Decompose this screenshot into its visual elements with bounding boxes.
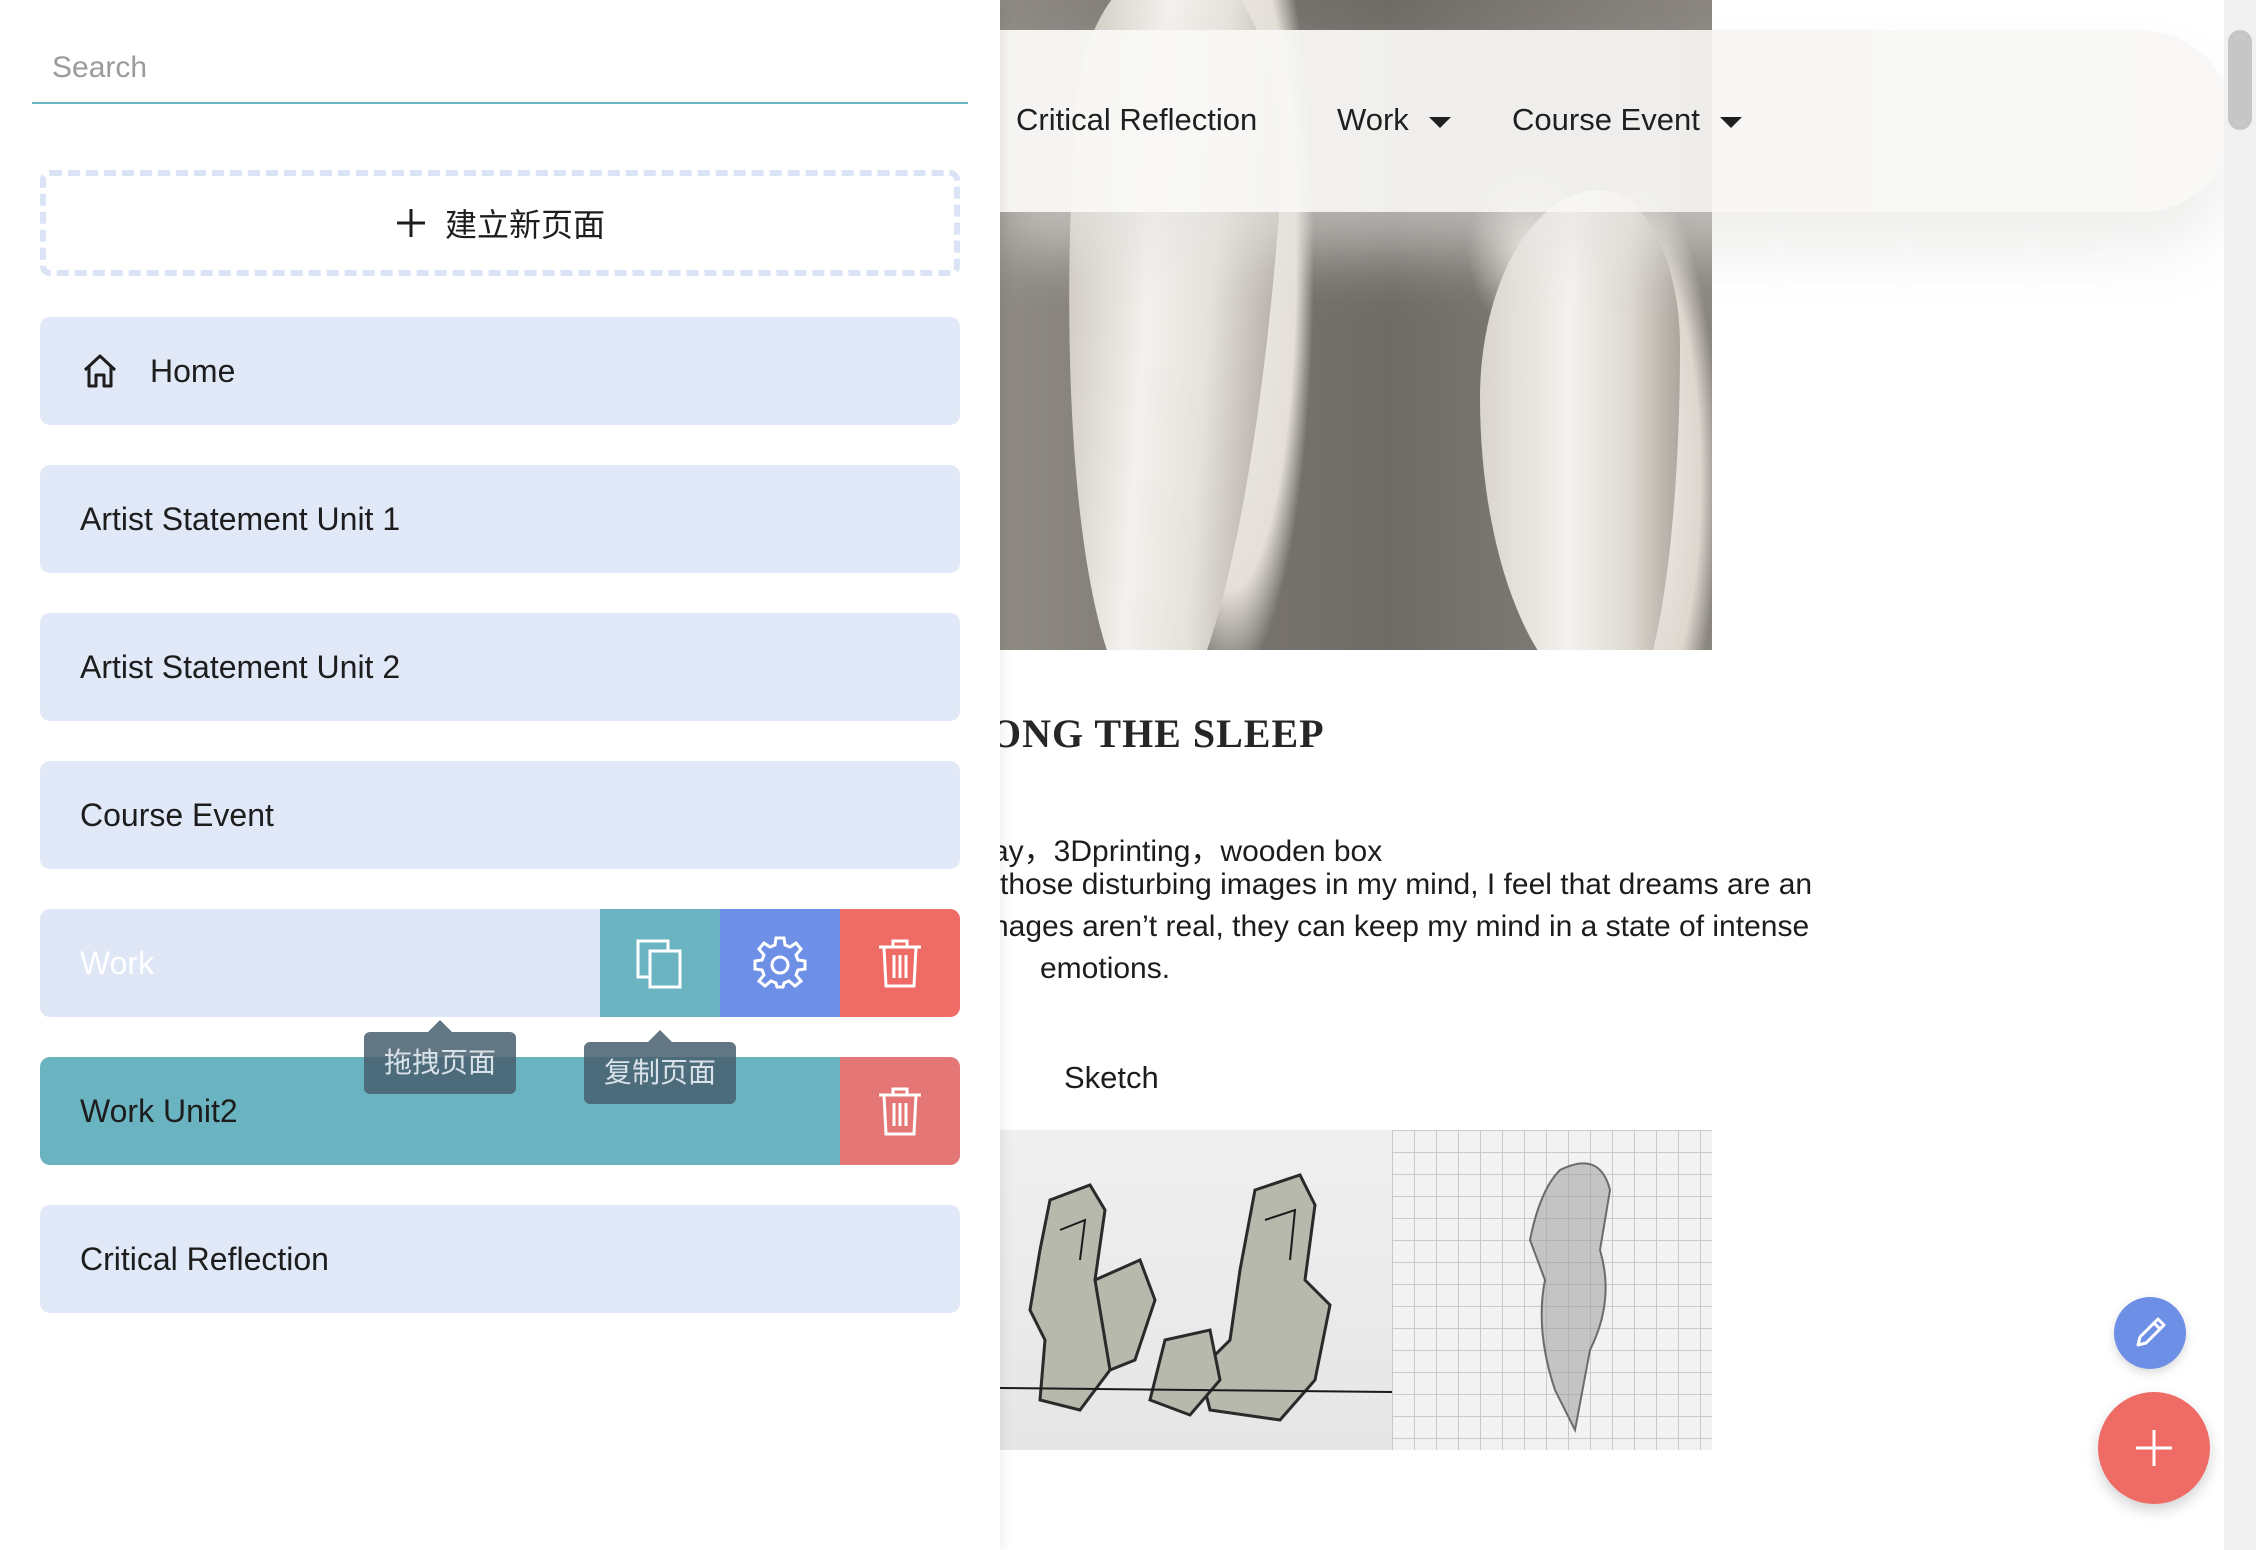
work-title: ONG THE SLEEP <box>990 711 1325 756</box>
description-line-1: those disturbing images in my mind, I fe… <box>1000 868 1813 901</box>
caret-down-icon <box>1428 116 1451 128</box>
search-box <box>32 40 968 104</box>
home-icon <box>80 351 120 391</box>
page-item-home[interactable]: Home <box>40 317 960 425</box>
copy-page-tooltip: 复制页面 <box>584 1030 737 1104</box>
sketch-label: Sketch <box>1064 1060 1159 1095</box>
copy-page-button[interactable] <box>600 909 720 1017</box>
page-item-label: Artist Statement Unit 2 <box>80 648 401 685</box>
new-page-label: 建立新页面 <box>444 207 605 243</box>
page-item-label: Artist Statement Unit 1 <box>80 500 401 537</box>
scrollbar-thumb[interactable] <box>2228 30 2252 130</box>
page-item-artist-statement-unit-1[interactable]: Artist Statement Unit 1 <box>40 465 960 573</box>
delete-page-button[interactable] <box>840 909 960 1017</box>
caret-down-icon <box>1719 116 1742 128</box>
add-fab-button[interactable] <box>2098 1392 2210 1504</box>
trash-icon <box>879 939 921 988</box>
nav-critical-reflection[interactable]: Critical Reflection <box>1016 102 1257 138</box>
search-input[interactable] <box>32 40 968 96</box>
plus-icon <box>396 209 425 237</box>
delete-page-button[interactable] <box>840 1057 960 1165</box>
sketch-image <box>1000 1130 1712 1450</box>
trash-icon <box>879 1087 921 1136</box>
page-item-critical-reflection[interactable]: Critical Reflection <box>40 1205 960 1313</box>
description-line-3: emotions. <box>1040 952 1171 985</box>
page-item-label: Home <box>150 352 236 389</box>
page-item-course-event[interactable]: Course Event <box>40 761 960 869</box>
pen-icon <box>2136 1317 2166 1347</box>
page-item-label: Work Unit2 <box>80 1092 238 1129</box>
page-manager-panel: 建立新页面 Home Artist Statement Unit 1 Artis… <box>0 0 1000 1550</box>
new-page-button[interactable]: 建立新页面 <box>40 170 960 276</box>
page-item-label: Work <box>80 944 155 981</box>
page-scrollbar[interactable] <box>2224 0 2256 1550</box>
drag-page-tooltip: 拖拽页面 <box>364 1020 517 1094</box>
page-item-work[interactable]: Work <box>40 909 960 1017</box>
description-line-2: nages aren’t real, they can keep my mind… <box>992 910 1810 943</box>
page-settings-button[interactable] <box>720 909 840 1017</box>
gear-icon <box>753 936 807 989</box>
plus-icon <box>2136 1430 2172 1466</box>
nav-work[interactable]: Work <box>1337 102 1451 138</box>
page-item-label: Course Event <box>80 796 274 833</box>
edit-fab-button[interactable] <box>2114 1297 2186 1369</box>
page-item-label: Critical Reflection <box>80 1240 329 1277</box>
materials-text: ay，3Dprinting，wooden box <box>992 835 1383 868</box>
page-item-artist-statement-unit-2[interactable]: Artist Statement Unit 2 <box>40 613 960 721</box>
copy-icon <box>636 939 682 989</box>
nav-course-event[interactable]: Course Event <box>1512 102 1742 138</box>
